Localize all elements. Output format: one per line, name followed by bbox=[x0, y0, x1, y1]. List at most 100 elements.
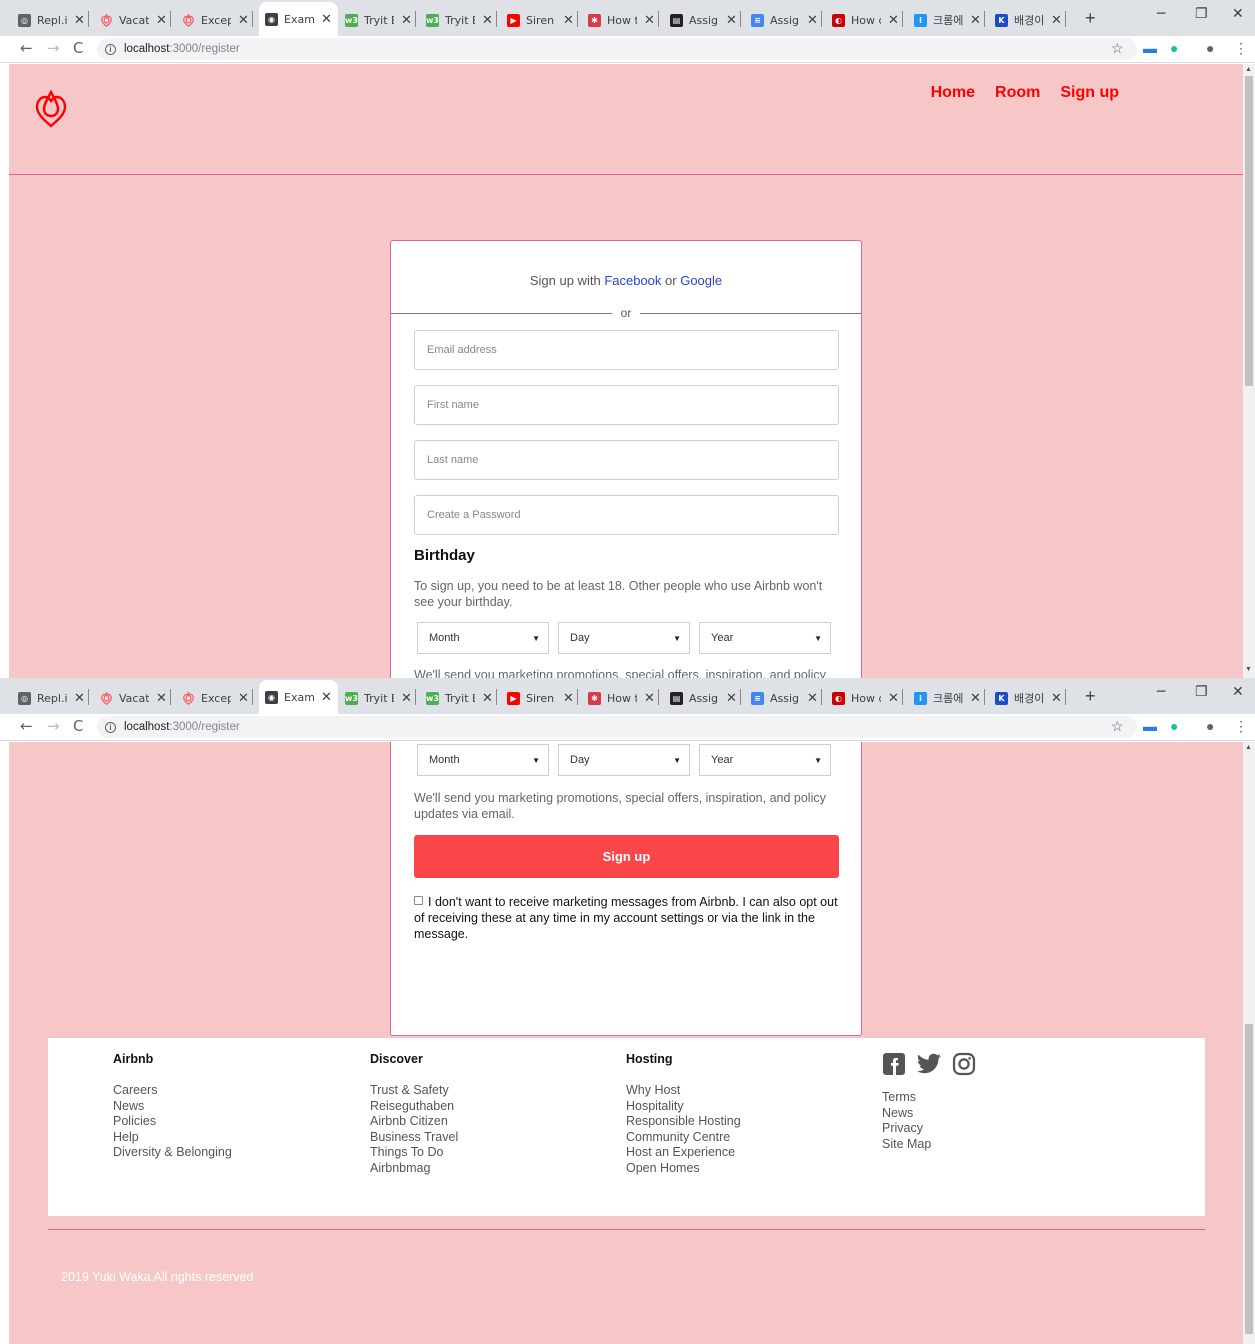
tab-close-icon[interactable]: ✕ bbox=[321, 12, 332, 27]
footer-link[interactable]: Things To Do bbox=[370, 1145, 458, 1161]
footer-link[interactable]: Diversity & Belonging bbox=[113, 1145, 232, 1161]
forward-icon[interactable]: → bbox=[47, 717, 60, 735]
facebook-link[interactable]: Facebook bbox=[604, 273, 661, 288]
minimize-icon[interactable]: ─ bbox=[1157, 6, 1165, 22]
reload-icon[interactable]: C bbox=[73, 39, 83, 57]
address-bar[interactable]: i localhost:3000/register bbox=[97, 716, 1137, 738]
tab-close-icon[interactable]: ✕ bbox=[401, 691, 412, 706]
tab-close-icon[interactable]: ✕ bbox=[726, 691, 737, 706]
last-name-field[interactable] bbox=[414, 440, 839, 480]
tab-close-icon[interactable]: ✕ bbox=[563, 13, 574, 28]
tab-close-icon[interactable]: ✕ bbox=[156, 691, 167, 706]
tab-close-icon[interactable]: ✕ bbox=[970, 13, 981, 28]
tab-close-icon[interactable]: ✕ bbox=[321, 690, 332, 705]
day-select[interactable]: Day ▼ bbox=[558, 744, 690, 776]
menu-kebab-icon[interactable]: ⋮ bbox=[1234, 718, 1248, 735]
grammarly-icon[interactable]: ● bbox=[1170, 718, 1178, 734]
info-icon[interactable]: i bbox=[105, 43, 116, 55]
extension-icon[interactable]: ▬ bbox=[1143, 718, 1157, 734]
bookmark-star-icon[interactable]: ☆ bbox=[1111, 718, 1124, 735]
footer-link[interactable]: Responsible Hosting bbox=[626, 1114, 741, 1130]
browser-tab[interactable]: w3 Tryit E ✕ bbox=[345, 6, 416, 34]
footer-link[interactable]: Host an Experience bbox=[626, 1145, 741, 1161]
browser-tab[interactable]: Vacatio ✕ bbox=[100, 6, 171, 34]
browser-tab[interactable]: w3 Tryit E ✕ bbox=[345, 684, 416, 712]
browser-tab[interactable]: ≡ Assign ✕ bbox=[751, 6, 822, 34]
scroll-thumb[interactable] bbox=[1245, 76, 1253, 386]
footer-link[interactable]: Help bbox=[113, 1130, 232, 1146]
twitter-icon[interactable] bbox=[916, 1052, 942, 1076]
year-select[interactable]: Year ▼ bbox=[699, 744, 831, 776]
back-icon[interactable]: ← bbox=[20, 717, 33, 735]
browser-tab[interactable]: K 배경이 ✕ bbox=[995, 684, 1066, 712]
tab-close-icon[interactable]: ✕ bbox=[888, 691, 899, 706]
bookmark-star-icon[interactable]: ☆ bbox=[1111, 40, 1124, 57]
browser-tab[interactable]: w3 Tryit E ✕ bbox=[426, 684, 497, 712]
airbnb-logo-icon[interactable] bbox=[34, 90, 68, 128]
footer-link[interactable]: Business Travel bbox=[370, 1130, 458, 1146]
browser-tab[interactable]: ◎ Repl.it ✕ bbox=[18, 6, 89, 34]
nav-room[interactable]: Room bbox=[995, 84, 1040, 102]
scroll-up-icon[interactable]: ▲ bbox=[1245, 66, 1252, 73]
year-select[interactable]: Year ▼ bbox=[699, 622, 831, 654]
tab-close-icon[interactable]: ✕ bbox=[74, 691, 85, 706]
footer-link[interactable]: Airbnbmag bbox=[370, 1161, 458, 1177]
footer-link[interactable]: Reiseguthaben bbox=[370, 1099, 458, 1115]
page-scrollbar[interactable]: ▲ bbox=[1243, 742, 1255, 1344]
browser-tab[interactable]: Vacatio ✕ bbox=[100, 684, 171, 712]
tab-close-icon[interactable]: ✕ bbox=[970, 691, 981, 706]
optout-checkbox[interactable] bbox=[414, 896, 423, 905]
password-field[interactable] bbox=[414, 495, 839, 535]
browser-tab[interactable]: Excepti ✕ bbox=[182, 6, 253, 34]
footer-link[interactable]: Community Centre bbox=[626, 1130, 741, 1146]
browser-tab[interactable]: Excepti ✕ bbox=[182, 684, 253, 712]
scroll-up-icon[interactable]: ▲ bbox=[1245, 744, 1252, 751]
tab-close-icon[interactable]: ✕ bbox=[74, 13, 85, 28]
menu-kebab-icon[interactable]: ⋮ bbox=[1234, 40, 1248, 57]
footer-link[interactable]: Careers bbox=[113, 1083, 232, 1099]
footer-link[interactable]: Privacy bbox=[882, 1121, 976, 1137]
footer-link[interactable]: Why Host bbox=[626, 1083, 741, 1099]
month-select[interactable]: Month ▼ bbox=[417, 622, 549, 654]
tab-close-icon[interactable]: ✕ bbox=[888, 13, 899, 28]
tab-close-icon[interactable]: ✕ bbox=[726, 13, 737, 28]
signup-button[interactable]: Sign up bbox=[414, 835, 839, 878]
tab-close-icon[interactable]: ✕ bbox=[1051, 13, 1062, 28]
day-select[interactable]: Day ▼ bbox=[558, 622, 690, 654]
email-field[interactable] bbox=[414, 330, 839, 370]
back-icon[interactable]: ← bbox=[20, 39, 33, 57]
browser-tab[interactable]: ▤ Assign ✕ bbox=[670, 6, 741, 34]
footer-link[interactable]: Site Map bbox=[882, 1137, 976, 1153]
profile-icon[interactable]: ● bbox=[1206, 40, 1214, 56]
tab-close-icon[interactable]: ✕ bbox=[644, 691, 655, 706]
info-icon[interactable]: i bbox=[105, 721, 116, 733]
browser-tab[interactable]: ▶ Siren (✕ bbox=[507, 684, 578, 712]
browser-tab[interactable]: K 배경이 ✕ bbox=[995, 6, 1066, 34]
tab-close-icon[interactable]: ✕ bbox=[482, 691, 493, 706]
close-window-icon[interactable]: ✕ bbox=[1232, 6, 1244, 22]
footer-link[interactable]: Hospitality bbox=[626, 1099, 741, 1115]
tab-close-icon[interactable]: ✕ bbox=[1051, 691, 1062, 706]
browser-tab[interactable]: ≡ Assign ✕ bbox=[751, 684, 822, 712]
browser-tab[interactable]: ▤ Assign ✕ bbox=[670, 684, 741, 712]
footer-link[interactable]: Terms bbox=[882, 1090, 976, 1106]
facebook-icon[interactable] bbox=[882, 1052, 906, 1076]
month-select[interactable]: Month ▼ bbox=[417, 744, 549, 776]
footer-link[interactable]: Open Homes bbox=[626, 1161, 741, 1177]
minimize-icon[interactable]: ─ bbox=[1157, 684, 1165, 700]
browser-tab[interactable]: ◎ Repl.it ✕ bbox=[18, 684, 89, 712]
reload-icon[interactable]: C bbox=[73, 717, 83, 735]
browser-tab[interactable]: ◐ How d ✕ bbox=[832, 6, 903, 34]
restore-icon[interactable]: ❐ bbox=[1195, 6, 1208, 22]
tab-close-icon[interactable]: ✕ bbox=[156, 13, 167, 28]
extension-icon[interactable]: ▬ bbox=[1143, 40, 1157, 56]
browser-tab[interactable]: ◉ Examp ✕ bbox=[259, 2, 338, 36]
new-tab-icon[interactable]: + bbox=[1085, 8, 1096, 29]
browser-tab[interactable]: ▶ Siren (✕ bbox=[507, 6, 578, 34]
new-tab-icon[interactable]: + bbox=[1085, 686, 1096, 707]
tab-close-icon[interactable]: ✕ bbox=[238, 691, 249, 706]
instagram-icon[interactable] bbox=[952, 1052, 976, 1076]
footer-link[interactable]: News bbox=[113, 1099, 232, 1115]
browser-tab[interactable]: ◐ How d ✕ bbox=[832, 684, 903, 712]
tab-close-icon[interactable]: ✕ bbox=[807, 13, 818, 28]
